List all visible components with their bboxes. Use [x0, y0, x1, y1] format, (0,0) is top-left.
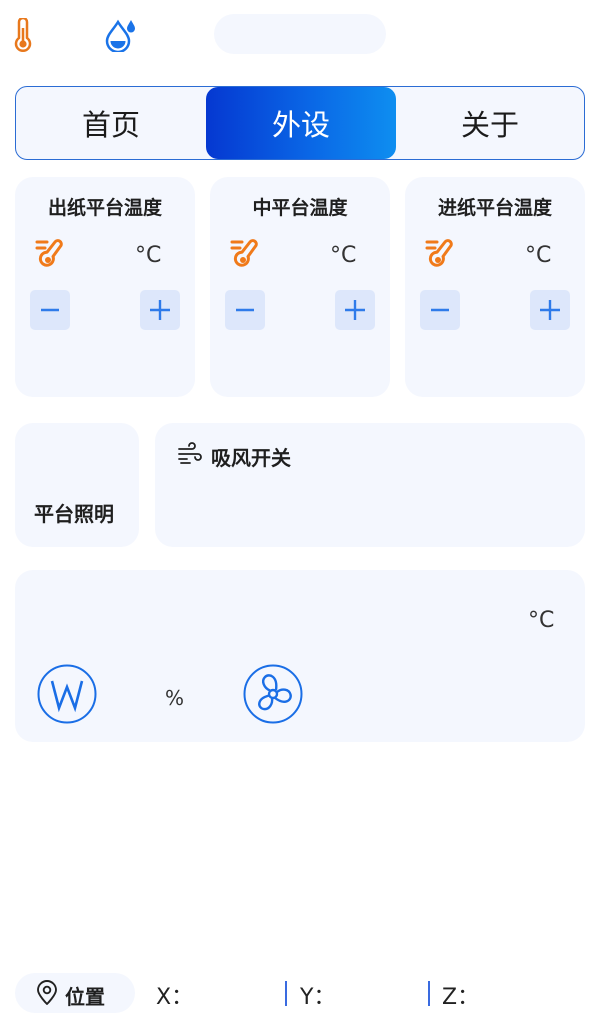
decrease-temperature-button[interactable]	[225, 290, 265, 330]
wind-icon	[178, 442, 202, 464]
platform-lighting-card[interactable]: 平台照明	[15, 423, 139, 547]
platform-lighting-label: 平台照明	[34, 502, 114, 526]
z-axis-label: Z：	[442, 985, 480, 1010]
position-label: 位置	[65, 985, 105, 1009]
temperature-unit: °C	[135, 243, 162, 268]
tab-bar: 首页 外设 关于	[15, 86, 585, 160]
increase-temperature-button[interactable]	[530, 290, 570, 330]
minus-icon	[236, 308, 254, 312]
temperature-unit: °C	[525, 243, 552, 268]
tab-about[interactable]: 关于	[396, 87, 584, 159]
divider	[428, 981, 430, 1006]
tab-home[interactable]: 首页	[16, 87, 206, 159]
w-letter-icon[interactable]	[37, 664, 97, 724]
water-drop-icon	[105, 19, 135, 52]
card-title: 进纸平台温度	[437, 197, 552, 219]
tab-peripherals[interactable]: 外设	[206, 87, 396, 159]
suction-switch-card[interactable]: 吸风开关	[155, 423, 585, 547]
suction-switch-label: 吸风开关	[211, 446, 291, 470]
card-title: 出纸平台温度	[47, 197, 162, 219]
minus-icon	[41, 308, 59, 312]
status-row	[0, 14, 600, 54]
minus-icon	[431, 308, 449, 312]
thermometer-icon	[14, 18, 32, 52]
position-pill: 位置	[15, 973, 135, 1013]
temperature-unit: °C	[330, 243, 357, 268]
card-title: 中平台温度	[252, 197, 348, 219]
status-display	[214, 14, 386, 54]
outfeed-platform-temp-card: 出纸平台温度 °C	[15, 177, 195, 397]
y-axis-label: Y：	[300, 985, 336, 1010]
decrease-temperature-button[interactable]	[420, 290, 460, 330]
heating-thermometer-icon	[35, 239, 63, 267]
fan-icon[interactable]	[243, 664, 303, 724]
plus-icon	[345, 300, 365, 320]
environment-card: °C %	[15, 570, 585, 742]
heating-thermometer-icon	[425, 239, 453, 267]
x-axis-label: X：	[156, 985, 194, 1010]
plus-icon	[150, 300, 170, 320]
divider	[285, 981, 287, 1006]
increase-temperature-button[interactable]	[335, 290, 375, 330]
location-pin-icon	[37, 980, 57, 1005]
heating-thermometer-icon	[230, 239, 258, 267]
middle-platform-temp-card: 中平台温度 °C	[210, 177, 390, 397]
decrease-temperature-button[interactable]	[30, 290, 70, 330]
increase-temperature-button[interactable]	[140, 290, 180, 330]
plus-icon	[540, 300, 560, 320]
infeed-platform-temp-card: 进纸平台温度 °C	[405, 177, 585, 397]
temperature-unit: °C	[528, 608, 555, 633]
humidity-unit: %	[165, 686, 185, 710]
